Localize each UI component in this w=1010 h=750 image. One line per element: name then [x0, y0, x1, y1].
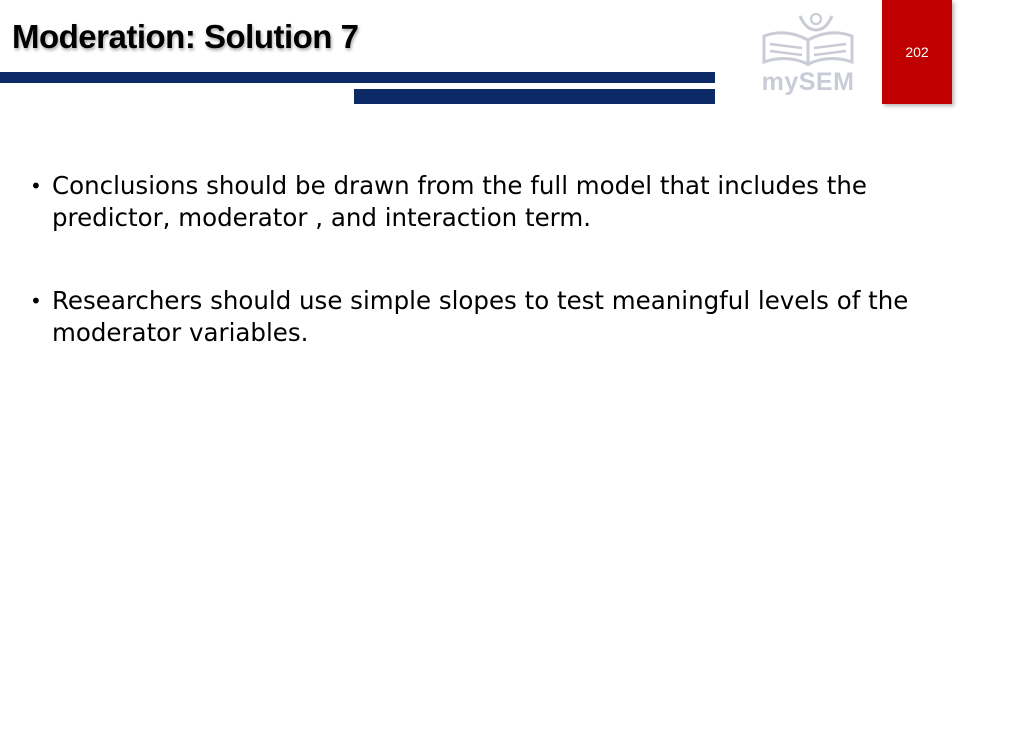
mysem-logo-icon [762, 12, 854, 67]
bullet-text: Conclusions should be drawn from the ful… [52, 171, 867, 232]
logo-text: mySEM [761, 68, 855, 96]
bullet-icon: • [30, 174, 42, 198]
bullet-text: Researchers should use simple slopes to … [52, 286, 909, 347]
bullet-item: • Researchers should use simple slopes t… [30, 285, 980, 349]
bullet-icon: • [30, 289, 42, 313]
page-number-tab: 202 [882, 0, 952, 104]
header-accent-bar-bottom [354, 89, 715, 104]
bullet-list: • Conclusions should be drawn from the f… [30, 170, 980, 400]
bullet-item: • Conclusions should be drawn from the f… [30, 170, 980, 234]
mysem-logo: mySEM [756, 10, 860, 100]
header-accent-bar-top [0, 72, 715, 83]
page-number: 202 [905, 44, 929, 60]
slide-title: Moderation: Solution 7 [12, 18, 359, 55]
